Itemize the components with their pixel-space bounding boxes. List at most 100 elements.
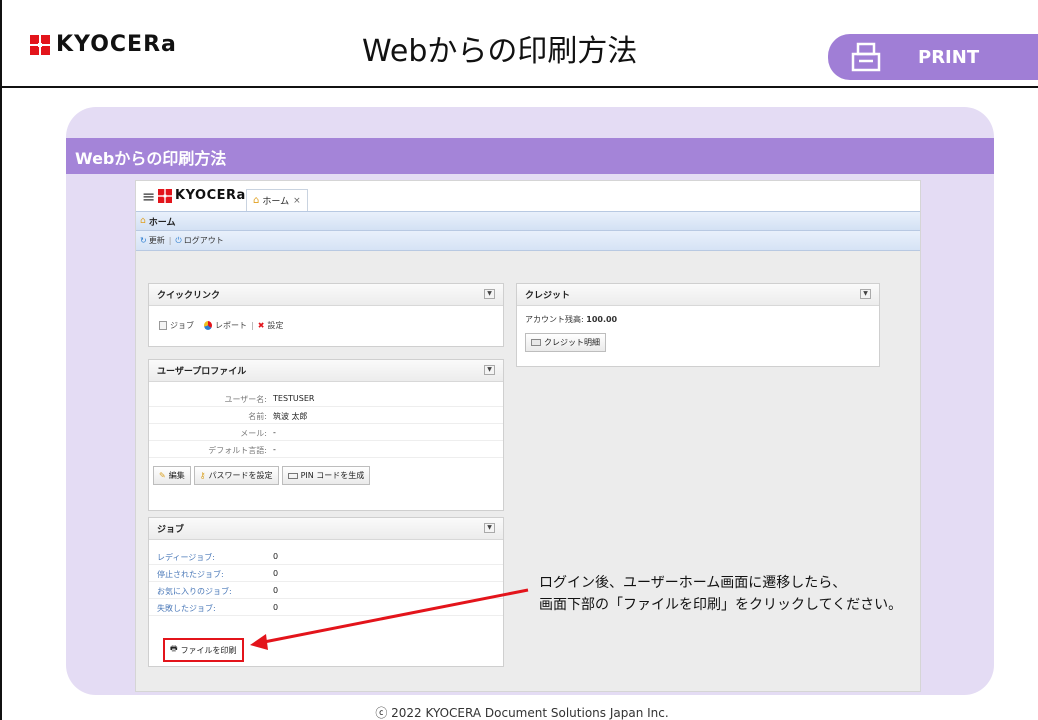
quick-links-card: クイックリンク ▼ ジョブ レポート | ✖ 設定	[148, 283, 504, 347]
divider: |	[251, 321, 254, 330]
document-icon	[159, 321, 167, 330]
user-profile-body: ユーザー名: TESTUSER 名前: 筑波 太郎 メール: - デフォルト言語…	[149, 382, 503, 485]
profile-row: 名前: 筑波 太郎	[149, 407, 503, 424]
kyocera-logo-icon	[30, 34, 50, 55]
user-profile-title: ユーザープロファイル	[157, 367, 247, 377]
jobs-card: ジョブ ▼ レディージョブ: 0 停止されたジョブ: 0 お気に入りのジョブ: …	[148, 517, 504, 667]
instruction-callout: ログイン後、ユーザーホーム画面に遷移したら、 画面下部の「ファイルを印刷」をクリ…	[539, 572, 902, 616]
job-count: 0	[273, 603, 279, 612]
menu-icon[interactable]: ≡	[142, 187, 155, 206]
field-value: 筑波 太郎	[273, 412, 308, 421]
credit-body: アカウント残高: 100.00 クレジット明細	[517, 306, 879, 352]
chevron-down-icon[interactable]: ▼	[484, 365, 495, 375]
credit-details-button[interactable]: クレジット明細	[525, 333, 606, 352]
job-count: 0	[273, 552, 279, 561]
logout-link[interactable]: ログアウト	[184, 235, 224, 246]
job-row: 失敗したジョブ: 0	[149, 599, 503, 616]
panel-title: Webからの印刷方法	[75, 149, 227, 168]
app-toolbar: ↻ 更新 | ⏻ ログアウト	[136, 231, 920, 251]
refresh-icon[interactable]: ↻	[140, 236, 147, 245]
job-link-ready[interactable]: レディージョブ:	[157, 552, 215, 563]
user-profile-card: ユーザープロファイル ▼ ユーザー名: TESTUSER 名前: 筑波 太郎 メ…	[148, 359, 504, 511]
card-header: クレジット ▼	[517, 284, 879, 306]
tab-home[interactable]: ⌂ ホーム ×	[246, 189, 308, 211]
print-file-button[interactable]: 🖶 ファイルを印刷	[163, 638, 244, 662]
job-link-failed[interactable]: 失敗したジョブ:	[157, 603, 216, 614]
breadcrumb: ⌂ ホーム	[136, 211, 920, 231]
credit-title: クレジット	[525, 291, 571, 301]
credit-card: クレジット ▼ アカウント残高: 100.00 クレジット明細	[516, 283, 880, 367]
print-label: PRINT	[918, 46, 980, 68]
callout-line-2: 画面下部の「ファイルを印刷」をクリックしてください。	[539, 597, 903, 613]
refresh-link[interactable]: 更新	[149, 235, 165, 246]
quick-links-title: クイックリンク	[157, 291, 221, 301]
jobs-title: ジョブ	[157, 525, 185, 535]
quick-links-body: ジョブ レポート | ✖ 設定	[149, 306, 503, 331]
field-value: -	[273, 445, 276, 454]
app-topbar: ≡ KYOCERa ⌂ ホーム ×	[136, 181, 920, 211]
power-icon[interactable]: ⏻	[175, 236, 181, 246]
kyocera-logo: KYOCERa	[30, 32, 177, 57]
field-value: TESTUSER	[273, 394, 315, 403]
wrench-icon: ✖	[257, 321, 265, 330]
slide-title: Webからの印刷方法	[362, 34, 638, 69]
generate-pin-button[interactable]: PIN コードを生成	[281, 466, 371, 485]
home-icon: ⌂	[253, 195, 260, 206]
app-logo-text: KYOCERa	[175, 188, 246, 203]
profile-row: ユーザー名: TESTUSER	[149, 390, 503, 407]
job-row: レディージョブ: 0	[149, 548, 503, 565]
set-password-button[interactable]: ⚷ パスワードを設定	[193, 466, 279, 485]
edit-button[interactable]: ✎ 編集	[153, 466, 191, 485]
printer-icon: 🖶	[170, 644, 178, 653]
field-label: メール:	[240, 429, 267, 438]
key-icon: ⚷	[199, 471, 206, 480]
statement-icon	[531, 339, 541, 346]
balance-value: 100.00	[586, 315, 618, 324]
close-icon[interactable]: ×	[293, 196, 301, 206]
card-header: ジョブ ▼	[149, 518, 503, 540]
account-balance: アカウント残高: 100.00	[525, 314, 879, 325]
quick-link-jobs[interactable]: ジョブ	[170, 320, 194, 331]
credit-details-label: クレジット明細	[544, 338, 600, 347]
job-count: 0	[273, 569, 279, 578]
job-row: 停止されたジョブ: 0	[149, 565, 503, 582]
chevron-down-icon[interactable]: ▼	[484, 289, 495, 299]
field-label: デフォルト言語:	[208, 446, 267, 455]
card-header: ユーザープロファイル ▼	[149, 360, 503, 382]
callout-line-1: ログイン後、ユーザーホーム画面に遷移したら、	[539, 575, 847, 591]
field-label: ユーザー名:	[224, 395, 267, 404]
set-password-label: パスワードを設定	[208, 471, 273, 480]
chevron-down-icon[interactable]: ▼	[484, 523, 495, 533]
jobs-body: レディージョブ: 0 停止されたジョブ: 0 お気に入りのジョブ: 0 失敗した…	[149, 540, 503, 616]
kyocera-logo-icon	[158, 188, 172, 203]
pencil-icon: ✎	[159, 471, 166, 480]
card-header: クイックリンク ▼	[149, 284, 503, 306]
copyright: ⓒ 2022 KYOCERA Document Solutions Japan …	[375, 706, 669, 720]
divider: |	[168, 236, 172, 245]
app-logo: KYOCERa	[158, 188, 246, 203]
job-link-paused[interactable]: 停止されたジョブ:	[157, 569, 224, 580]
chevron-down-icon[interactable]: ▼	[860, 289, 871, 299]
profile-row: デフォルト言語: -	[149, 441, 503, 458]
chart-pie-icon	[204, 321, 212, 330]
job-row: お気に入りのジョブ: 0	[149, 582, 503, 599]
field-label: 名前:	[248, 412, 267, 421]
print-section-tab: PRINT	[828, 34, 1038, 80]
logo-text: KYOCERa	[56, 32, 177, 57]
job-count: 0	[273, 586, 279, 595]
profile-row: メール: -	[149, 424, 503, 441]
balance-label: アカウント残高:	[525, 315, 584, 324]
print-file-label: ファイルを印刷	[180, 645, 237, 655]
field-value: -	[273, 428, 276, 437]
profile-buttons: ✎ 編集 ⚷ パスワードを設定 PIN コードを生成	[149, 466, 503, 485]
edit-label: 編集	[168, 471, 185, 480]
job-link-favorite[interactable]: お気に入りのジョブ:	[157, 586, 232, 597]
home-icon: ⌂	[140, 216, 146, 226]
quick-link-reports[interactable]: レポート	[215, 320, 247, 331]
quick-link-settings[interactable]: 設定	[267, 320, 283, 331]
tab-home-label: ホーム	[262, 197, 290, 207]
keypad-icon	[287, 472, 298, 479]
slide: KYOCERa Webからの印刷方法 PRINT Webからの印刷方法 ≡ KY…	[0, 0, 1038, 720]
breadcrumb-label: ホーム	[148, 217, 176, 228]
slide-header: KYOCERa Webからの印刷方法 PRINT	[2, 0, 1038, 88]
